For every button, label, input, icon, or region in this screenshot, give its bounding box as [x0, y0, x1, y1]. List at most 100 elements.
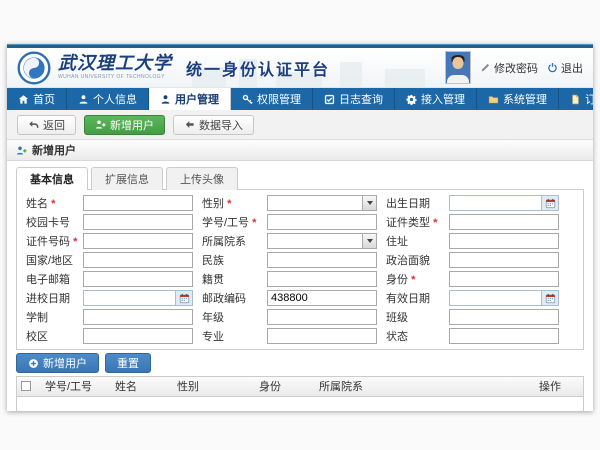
add-user-icon — [16, 145, 27, 156]
logout-link[interactable]: 退出 — [547, 60, 583, 76]
nav-item-label: 订阅管理 — [585, 91, 593, 107]
nav-item-个人信息[interactable]: 个人信息 — [67, 88, 149, 110]
required-asterisk: * — [73, 236, 77, 248]
select-all-checkbox[interactable] — [21, 381, 31, 391]
field-label-证件号码: 证件号码 * — [23, 233, 77, 249]
field-input-性别[interactable] — [267, 195, 377, 211]
nav-item-接入管理[interactable]: 接入管理 — [395, 88, 477, 110]
log-icon — [324, 94, 335, 105]
field-input-电子邮箱[interactable] — [83, 271, 193, 287]
calendar-button[interactable] — [175, 291, 192, 305]
section-title: 新增用户 — [32, 142, 76, 158]
field-cell — [267, 309, 377, 325]
field-label-学制: 学制 — [23, 309, 77, 325]
field-cell — [267, 252, 377, 268]
change-password-link[interactable]: 修改密码 — [480, 60, 538, 76]
field-input-籍贯[interactable] — [267, 271, 377, 287]
pencil-icon — [480, 62, 491, 73]
field-label-籍贯: 籍贯 — [199, 271, 261, 287]
field-label-姓名: 姓名 * — [23, 195, 77, 211]
field-cell — [83, 214, 193, 230]
required-asterisk: * — [227, 198, 231, 210]
field-cell — [83, 271, 193, 287]
logout-label: 退出 — [561, 60, 583, 76]
column-header-所属院系: 所属院系 — [315, 377, 535, 396]
calendar-button[interactable] — [541, 291, 558, 305]
submit-label: 新增用户 — [43, 355, 87, 371]
users-icon — [160, 94, 171, 105]
field-input-学制[interactable] — [83, 309, 193, 325]
nav-item-权限管理[interactable]: 权限管理 — [231, 88, 313, 110]
field-input-住址[interactable] — [449, 233, 559, 249]
nav-item-日志查询[interactable]: 日志查询 — [313, 88, 395, 110]
data-import-button[interactable]: 数据导入 — [173, 115, 254, 135]
toolbar: 返回 新增用户 数据导入 — [7, 110, 593, 140]
column-header-学号/工号: 学号/工号 — [41, 377, 111, 396]
field-cell — [267, 214, 377, 230]
nav-item-订阅管理[interactable]: 订阅管理 — [559, 88, 593, 110]
university-title: 武汉理工大学 WUHAN UNIVERSITY OF TECHNOLOGY — [58, 55, 172, 81]
tab-扩展信息[interactable]: 扩展信息 — [91, 167, 163, 190]
import-icon — [184, 119, 195, 130]
field-input-专业[interactable] — [267, 328, 377, 344]
form-grid: 姓名 *性别 *出生日期校园卡号学号/工号 *证件类型 *证件号码 *所属院系住… — [23, 195, 577, 344]
field-input-民族[interactable] — [267, 252, 377, 268]
add-user-button[interactable]: 新增用户 — [84, 115, 165, 135]
field-input-政治面貌[interactable] — [449, 252, 559, 268]
field-input-校区[interactable] — [83, 328, 193, 344]
field-input-班级[interactable] — [449, 309, 559, 325]
submit-add-user-button[interactable]: 新增用户 — [16, 353, 99, 373]
field-cell — [449, 214, 559, 230]
back-button[interactable]: 返回 — [17, 115, 76, 135]
nav-item-首页[interactable]: 首页 — [7, 88, 67, 110]
required-asterisk: * — [252, 217, 256, 229]
field-input-校园卡号[interactable] — [83, 214, 193, 230]
field-input-国家/地区[interactable] — [83, 252, 193, 268]
field-cell — [449, 233, 559, 249]
nav-item-label: 接入管理 — [421, 91, 465, 107]
field-label-专业: 专业 — [199, 328, 261, 344]
header-right: 修改密码 退出 — [445, 51, 583, 84]
field-label-电子邮箱: 电子邮箱 — [23, 271, 77, 287]
person-plus-icon — [95, 119, 106, 130]
field-input-状态[interactable] — [449, 328, 559, 344]
back-label: 返回 — [43, 117, 65, 133]
field-cell — [83, 328, 193, 344]
column-header-性别: 性别 — [173, 377, 255, 396]
required-asterisk: * — [51, 198, 55, 210]
field-cell — [267, 195, 377, 211]
field-label-性别: 性别 * — [199, 195, 261, 211]
field-input-姓名[interactable] — [83, 195, 193, 211]
nav-item-用户管理[interactable]: 用户管理 — [149, 88, 231, 110]
field-cell — [83, 252, 193, 268]
power-icon — [547, 62, 558, 73]
field-input-年级[interactable] — [267, 309, 377, 325]
field-input-身份[interactable] — [449, 271, 559, 287]
tab-上传头像[interactable]: 上传头像 — [166, 167, 238, 190]
field-cell — [449, 290, 559, 306]
field-input-邮政编码[interactable] — [267, 290, 377, 306]
chevron-down-icon — [367, 201, 373, 205]
column-header-操作: 操作 — [535, 377, 583, 396]
field-cell — [449, 195, 559, 211]
dropdown-button[interactable] — [362, 196, 376, 210]
field-label-年级: 年级 — [199, 309, 261, 325]
dropdown-button[interactable] — [362, 234, 376, 248]
calendar-button[interactable] — [541, 196, 558, 210]
university-name-en: WUHAN UNIVERSITY OF TECHNOLOGY — [58, 74, 172, 80]
nav-item-系统管理[interactable]: 系统管理 — [477, 88, 559, 110]
field-input-学号/工号[interactable] — [267, 214, 377, 230]
key-icon — [242, 94, 253, 105]
import-label: 数据导入 — [199, 117, 243, 133]
field-cell — [267, 290, 377, 306]
folder-icon — [488, 94, 499, 105]
nav-item-label: 日志查询 — [339, 91, 383, 107]
field-input-证件号码[interactable] — [83, 233, 193, 249]
field-input-证件类型[interactable] — [449, 214, 559, 230]
field-cell — [449, 328, 559, 344]
reset-button[interactable]: 重置 — [105, 353, 151, 373]
page-icon — [570, 94, 581, 105]
field-input-所属院系[interactable] — [267, 233, 377, 249]
tab-label: 扩展信息 — [105, 174, 149, 186]
tab-基本信息[interactable]: 基本信息 — [16, 167, 88, 190]
